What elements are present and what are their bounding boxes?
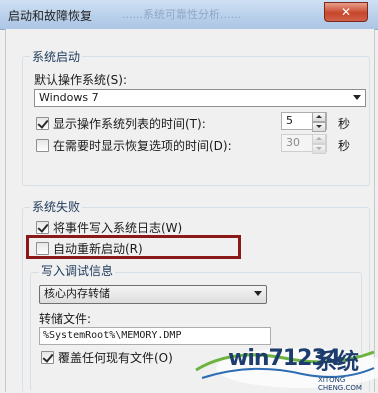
show-recovery-spinner[interactable] <box>312 134 326 154</box>
background-window-title: ......系统可靠性分析...... <box>122 8 241 21</box>
chevron-down-icon <box>353 95 361 100</box>
overwrite-label: 覆盖任何现有文件(O) <box>58 351 173 365</box>
show-recovery-unit: 秒 <box>338 139 351 153</box>
window-title: 启动和故障恢复 <box>8 9 93 23</box>
chevron-down-icon <box>254 291 262 296</box>
show-recovery-label: 在需要时显示恢复选项的时间(D): <box>53 139 232 153</box>
overwrite-checkbox[interactable] <box>41 351 54 364</box>
show-os-list-unit: 秒 <box>338 117 351 131</box>
spin-up-icon[interactable] <box>312 134 326 144</box>
show-recovery-seconds-value: 30 <box>286 136 300 149</box>
dump-file-label: 转储文件: <box>39 312 92 326</box>
auto-restart-checkbox[interactable] <box>36 242 49 255</box>
auto-restart-label: 自动重新启动(R) <box>53 242 143 256</box>
failure-group-label: 系统失败 <box>30 198 83 215</box>
show-os-list-spinner[interactable] <box>312 112 326 132</box>
debug-info-dropdown[interactable]: 核心内存转储 <box>39 285 267 304</box>
show-os-list-checkbox[interactable] <box>36 117 49 130</box>
close-button[interactable]: ✕ <box>324 2 368 22</box>
watermark-cn: 系统 <box>315 350 360 375</box>
show-os-list-label: 显示操作系统列表的时间(T): <box>53 117 206 131</box>
spin-down-icon[interactable] <box>312 122 326 132</box>
debug-info-label: 写入调试信息 <box>39 262 116 279</box>
write-event-log-label: 将事件写入系统日志(W) <box>53 221 183 235</box>
dump-file-value: %SystemRoot%\MEMORY.DMP <box>43 330 182 341</box>
watermark-url: XITONG CHENG.COM <box>318 376 362 392</box>
default-os-value: Windows 7 <box>39 91 99 104</box>
spin-down-icon[interactable] <box>312 144 326 154</box>
debug-info-value: 核心内存转储 <box>44 287 110 300</box>
startup-group-label: 系统启动 <box>30 48 83 65</box>
write-event-log-checkbox[interactable] <box>36 221 49 234</box>
default-os-dropdown[interactable]: Windows 7 <box>34 89 366 107</box>
close-icon: ✕ <box>340 5 352 19</box>
title-bar: 启动和故障恢复 ......系统可靠性分析...... ✕ <box>0 0 378 30</box>
show-recovery-checkbox[interactable] <box>36 139 49 152</box>
spin-up-icon[interactable] <box>312 112 326 122</box>
show-os-list-seconds-value: 5 <box>286 114 293 127</box>
default-os-label: 默认操作系统(S): <box>34 73 128 87</box>
